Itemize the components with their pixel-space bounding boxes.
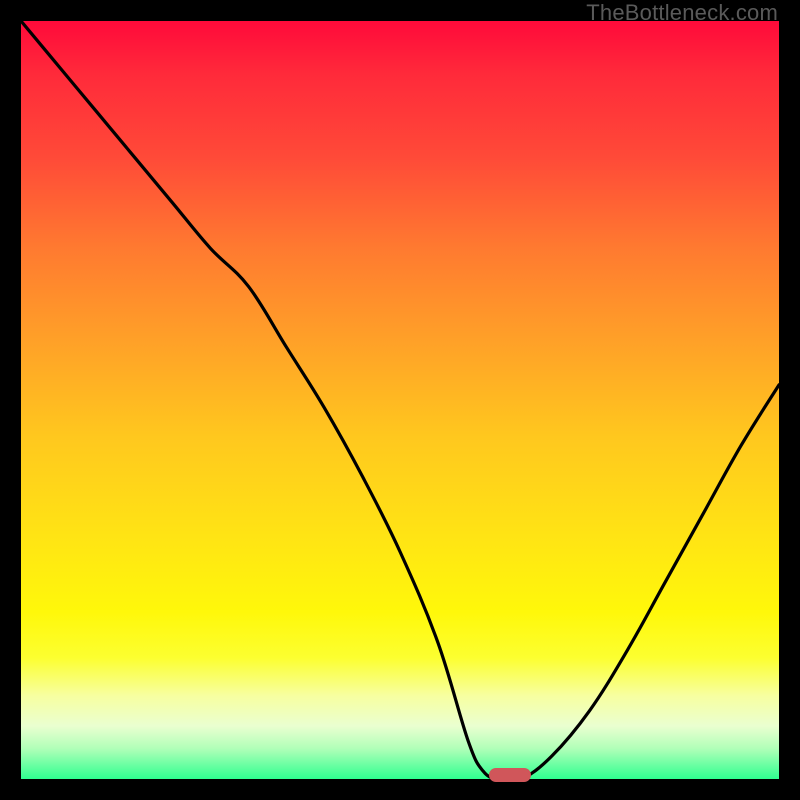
plot-area bbox=[21, 21, 779, 779]
curve-path bbox=[21, 21, 779, 779]
optimal-point-marker bbox=[489, 768, 531, 782]
watermark-text: TheBottleneck.com bbox=[586, 0, 778, 26]
chart-frame: TheBottleneck.com bbox=[0, 0, 800, 800]
bottleneck-curve bbox=[21, 21, 779, 779]
